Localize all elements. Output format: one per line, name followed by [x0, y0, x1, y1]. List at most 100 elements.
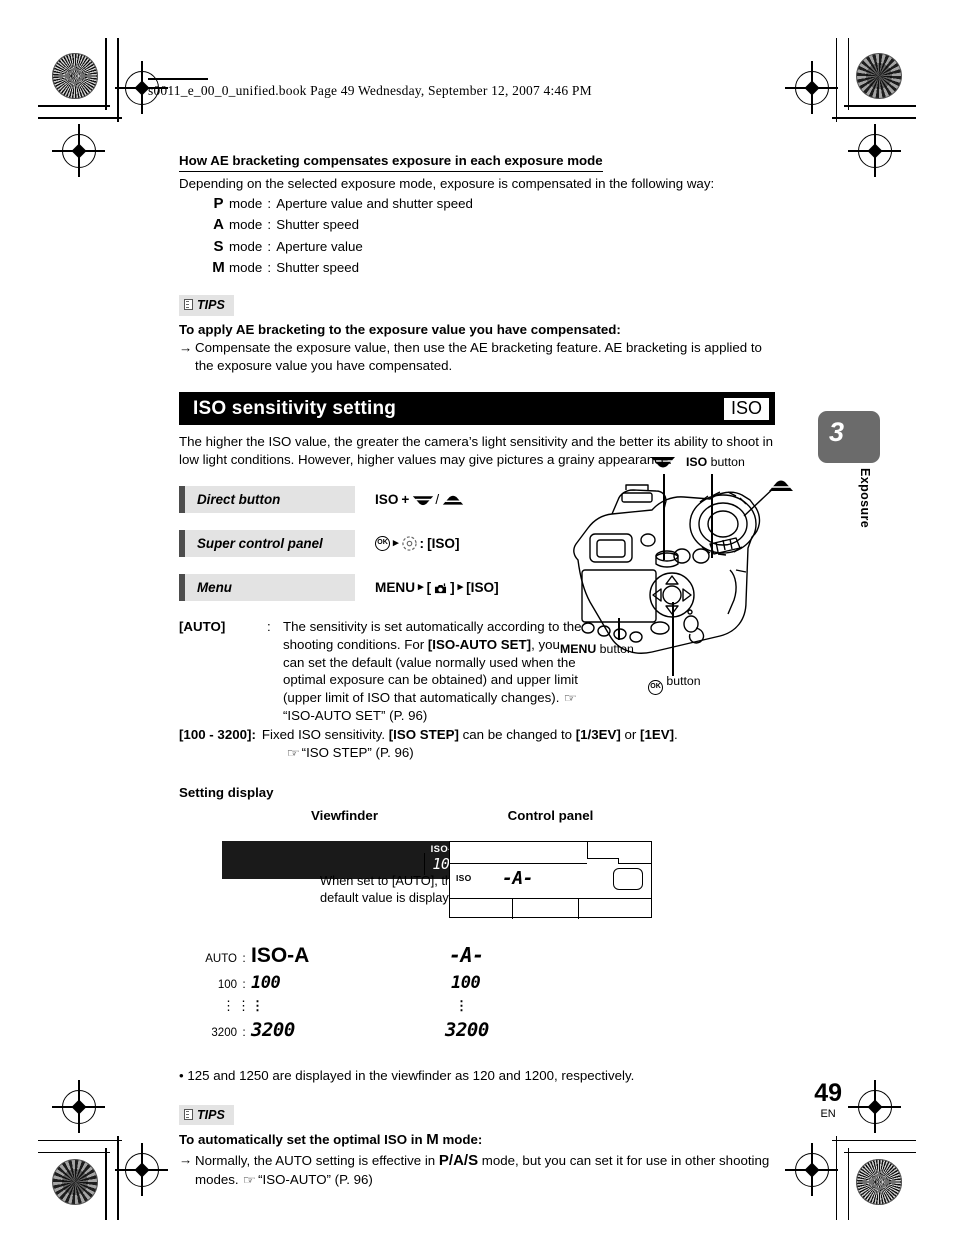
- mode-colon: :: [267, 238, 272, 254]
- tips-body-pre: Normally, the AUTO setting is effective …: [195, 1152, 439, 1168]
- menu-text: MENU: [375, 579, 416, 595]
- setting-display-heading: Setting display: [179, 784, 274, 800]
- mode-row: S mode : Aperture value: [211, 237, 775, 257]
- tips-badge: TIPS: [179, 1104, 234, 1126]
- tips-heading-post: mode:: [438, 1132, 483, 1148]
- value-colon: :: [242, 951, 246, 966]
- chapter-tab: 3: [818, 411, 880, 463]
- control-panel-divider: [587, 857, 619, 860]
- definition-reference: “ISO STEP” (P. 96): [301, 744, 414, 760]
- value-row: AUTO : ISO-A -A-: [179, 942, 739, 970]
- crop-mark: [847, 38, 849, 110]
- viewfinder-figure: Viewfinder ISO-A 100 When set to [AUTO],…: [222, 807, 467, 905]
- operation-label: Super control panel: [197, 535, 323, 551]
- operation-target: [ISO]: [466, 579, 499, 595]
- crop-mark: [832, 117, 916, 119]
- tips-heading: To automatically set the optimal ISO in …: [179, 1130, 775, 1150]
- chapter-number: 3: [829, 417, 845, 447]
- control-panel-value: ⋮: [455, 999, 470, 1015]
- registration-mark: [52, 124, 105, 177]
- operation-value: MENU ▸ [ ] ▸ [ISO]: [375, 579, 499, 597]
- operation-label: Direct button: [197, 491, 281, 507]
- definition-row-auto: [AUTO] : The sensitivity is set automati…: [179, 618, 775, 725]
- registration-mark: [848, 124, 901, 177]
- section-banner-badge: ISO: [723, 397, 769, 421]
- crop-mark: [38, 105, 110, 107]
- viewfinder-note: When set to [AUTO], the default value is…: [320, 873, 467, 905]
- operation-target: [ISO]: [427, 535, 460, 551]
- control-panel-divider: [450, 897, 651, 900]
- value-row: 3200 : 3200 3200: [179, 1018, 739, 1043]
- crop-mark: [105, 1148, 107, 1220]
- definition-reference: “ISO-AUTO SET” (P. 96): [283, 708, 428, 724]
- crop-mark: [117, 1136, 119, 1220]
- control-panel-value: 3200: [445, 1019, 489, 1042]
- print-rosette-icon: [52, 53, 98, 99]
- tips-heading-pre: To automatically set the optimal ISO in: [179, 1132, 427, 1148]
- tips-badge: TIPS: [179, 295, 234, 316]
- definition-term: [AUTO]: [179, 619, 226, 635]
- bracket-close: ]: [450, 579, 455, 595]
- value-label: 3200: [211, 1027, 237, 1040]
- mode-word: mode: [229, 259, 263, 275]
- crop-mark: [835, 38, 837, 122]
- def-part-bold: [1EV]: [640, 726, 675, 742]
- mode-row: P mode : Aperture value and shutter spee…: [211, 194, 775, 214]
- tips-reference: “ISO-AUTO” (P. 96): [258, 1171, 373, 1187]
- section-banner: ISO sensitivity setting ISO: [179, 392, 775, 426]
- def-part: .: [674, 726, 678, 742]
- registration-mark: [52, 1080, 105, 1133]
- tips-heading-mode: M: [426, 1131, 439, 1149]
- value-label: ⋮: [222, 998, 237, 1014]
- operation-row-menu: Menu MENU ▸ [ ] ▸ [ISO]: [179, 574, 775, 602]
- header-file-line: s0011_e_00_0_unified.book Page 49 Wednes…: [148, 82, 592, 98]
- mode-desc: Aperture value and shutter speed: [276, 196, 473, 212]
- registration-mark: [785, 61, 838, 114]
- plus-sign: +: [401, 491, 410, 507]
- def-part: or: [620, 726, 641, 742]
- mode-word: mode: [229, 217, 263, 233]
- mode-desc: Shutter speed: [276, 259, 360, 275]
- operation-label-box: Super control panel: [179, 530, 355, 558]
- iso-definition-list: [AUTO] : The sensitivity is set automati…: [179, 618, 775, 762]
- rear-dial-icon: [442, 493, 464, 506]
- crop-mark: [832, 1139, 916, 1141]
- crop-mark: [38, 1139, 122, 1141]
- page-number: 49: [814, 1079, 842, 1107]
- print-rosette-icon: [856, 1159, 902, 1205]
- control-panel-divider: [587, 841, 589, 858]
- arrow-right-icon: →: [179, 1151, 193, 1167]
- mode-row: A mode : Shutter speed: [211, 215, 775, 235]
- control-panel-divider: [450, 862, 587, 865]
- control-panel-divider: [578, 897, 580, 919]
- mode-letter: P: [213, 195, 224, 213]
- crop-mark: [844, 1151, 916, 1153]
- print-rosette-icon: [856, 53, 902, 99]
- control-panel-value: -A-: [449, 943, 484, 968]
- value-row: 100 : 100 100: [179, 972, 739, 994]
- book-icon: [184, 1108, 193, 1120]
- control-panel-divider: [512, 897, 514, 919]
- arrow-right-icon: ▸: [418, 581, 424, 594]
- operation-label: Menu: [197, 579, 232, 595]
- def-part-bold: [ISO-AUTO SET]: [427, 636, 532, 652]
- value-colon: :: [242, 976, 246, 991]
- definition-description: The sensitivity is set automatically acc…: [283, 618, 583, 725]
- reference-hand-icon: ☞: [242, 1172, 257, 1187]
- control-panel-iso-value: -A-: [502, 867, 534, 889]
- callout-leader: [424, 853, 426, 876]
- page-number-block: 49 EN: [814, 1079, 842, 1121]
- def-part-bold: [ISO STEP]: [388, 726, 459, 742]
- operation-value: OK ▸ : [ISO]: [375, 535, 460, 553]
- viewfinder-value: ISO-A: [251, 944, 310, 968]
- definition-description: Fixed ISO sensitivity. [ISO STEP] can be…: [262, 726, 775, 762]
- crop-mark: [847, 1148, 849, 1220]
- mode-colon: :: [267, 217, 272, 233]
- mode-word: mode: [229, 196, 263, 212]
- ae-section-title: How AE bracketing compensates exposure i…: [179, 152, 603, 172]
- mode-letter: S: [213, 237, 224, 255]
- value-colon: ⋮: [237, 998, 252, 1014]
- mode-word: mode: [229, 238, 263, 254]
- operation-label-box: Direct button: [179, 486, 355, 514]
- crop-mark: [117, 38, 119, 122]
